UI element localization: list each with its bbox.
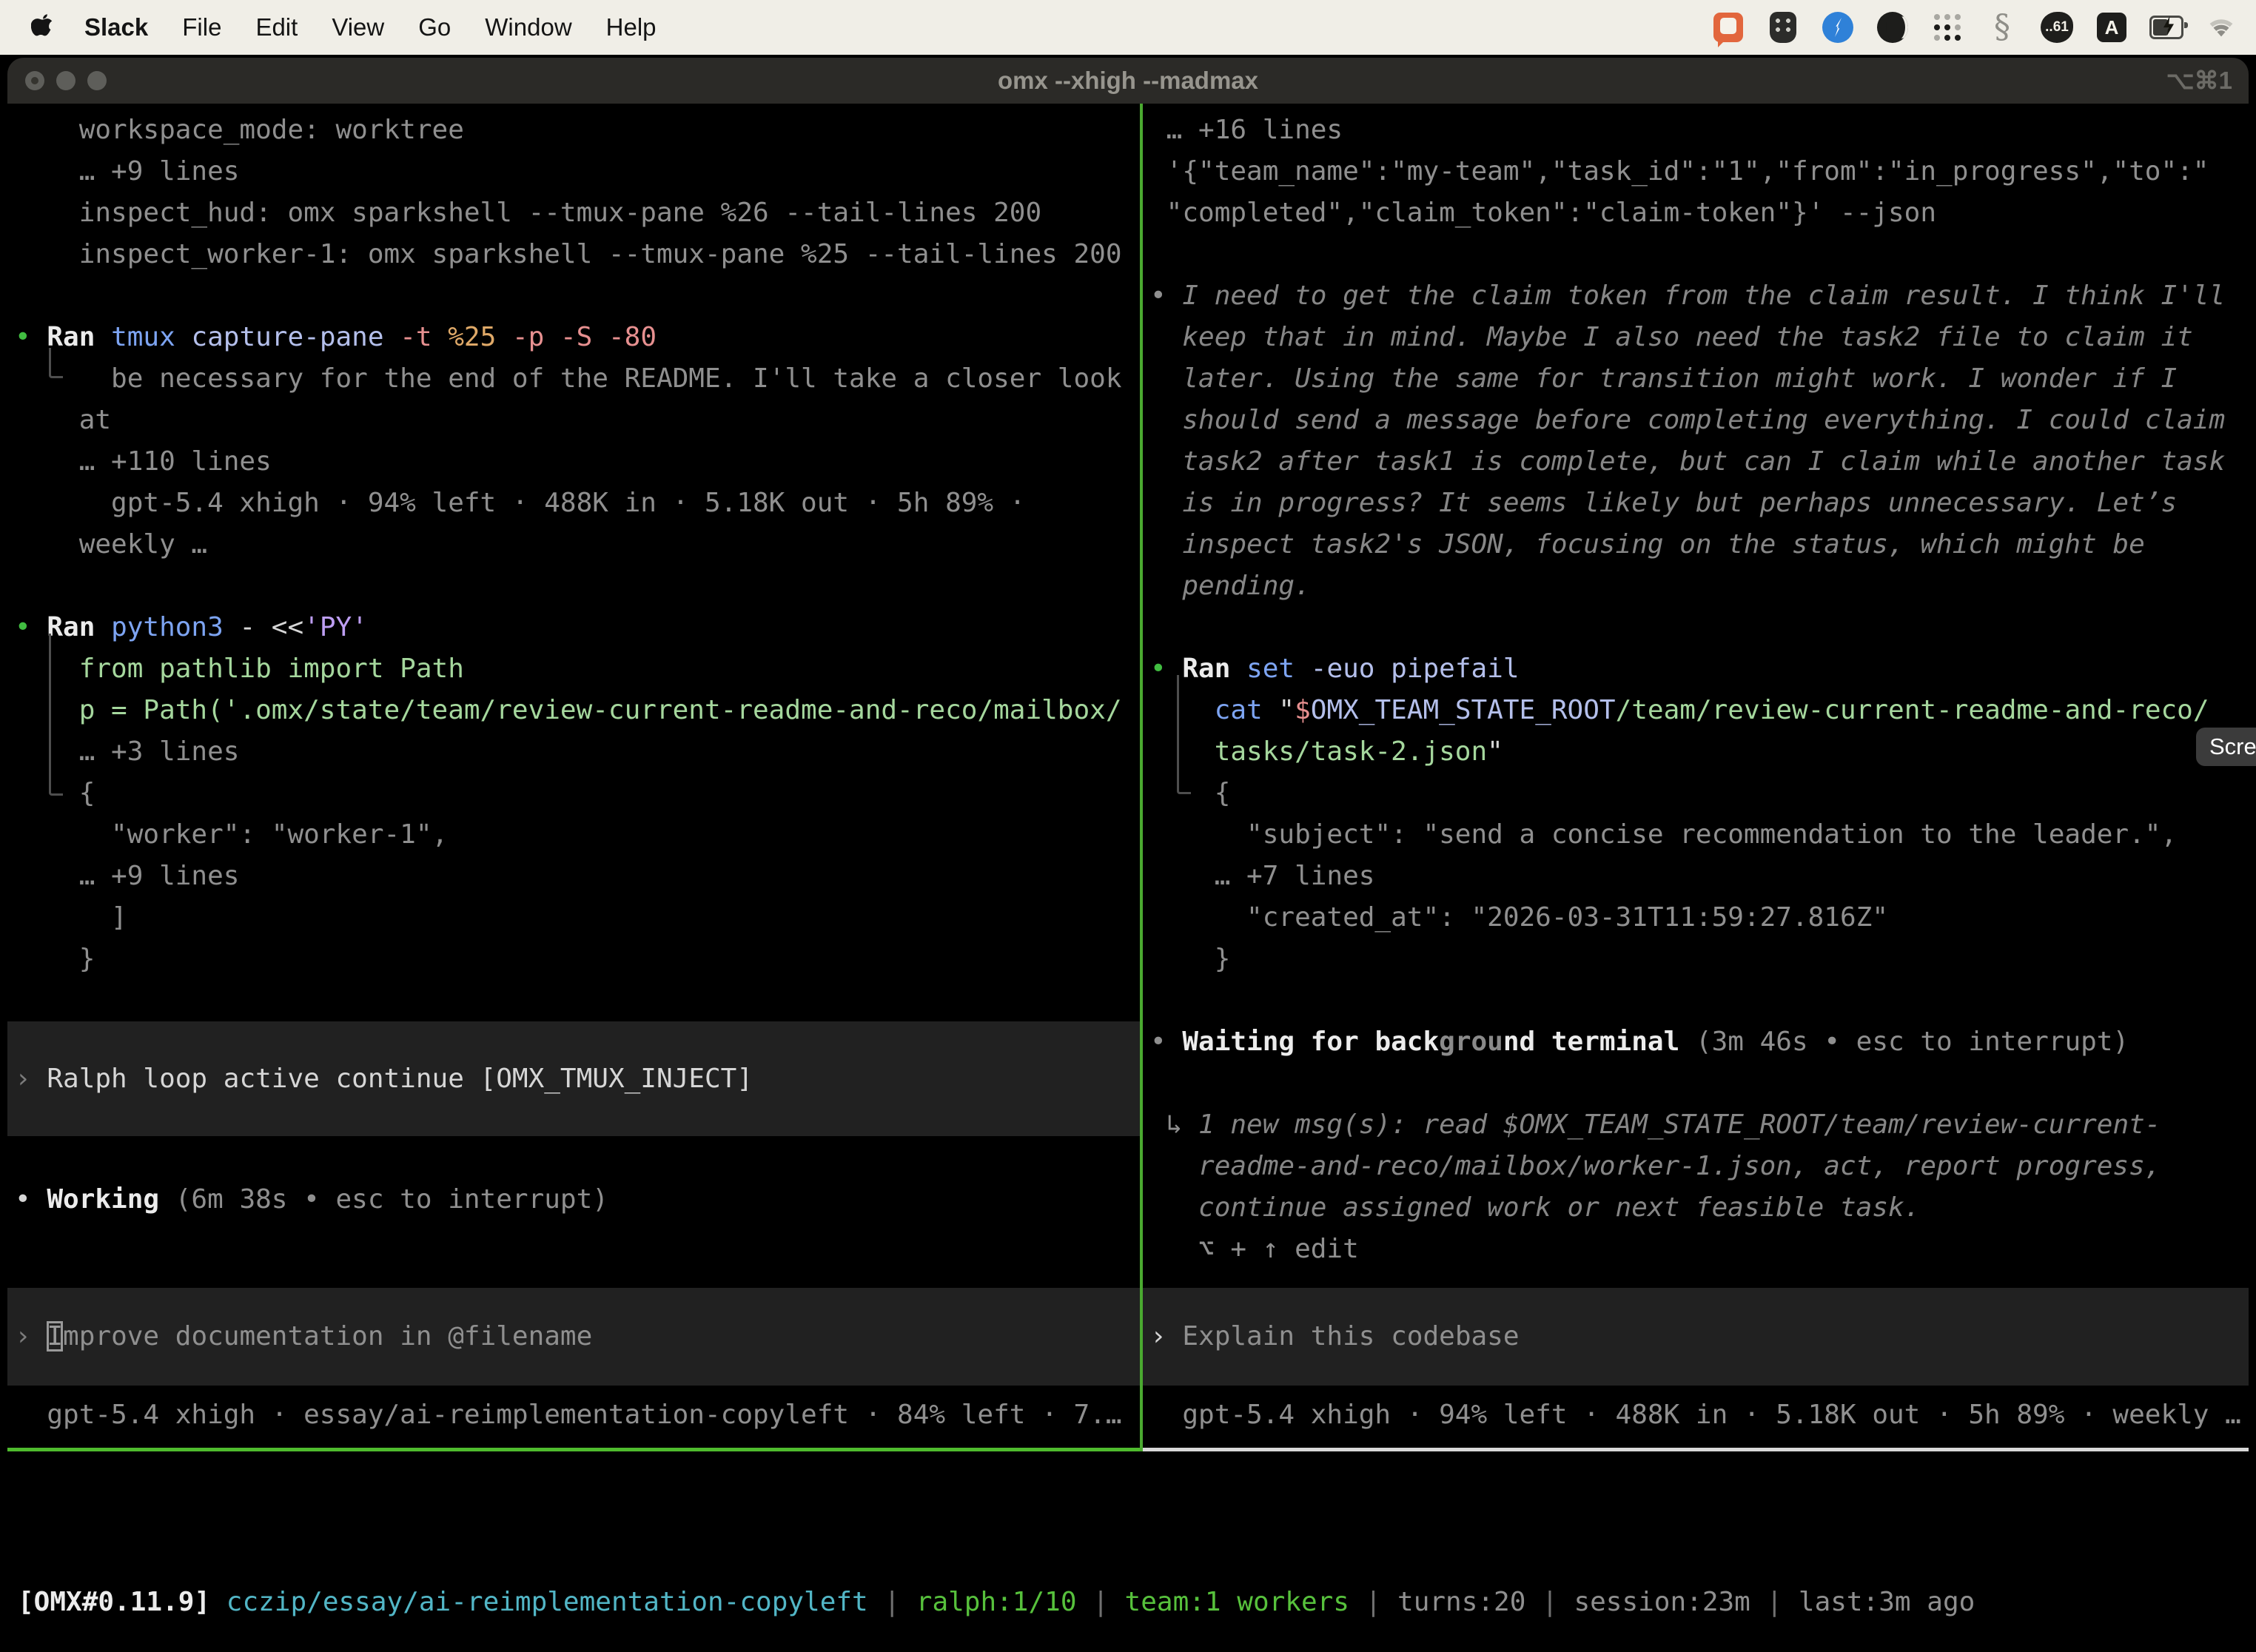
terminal-line: { [1150, 773, 2249, 814]
terminal-line: is in progress? It seems likely but perh… [1150, 483, 2249, 524]
terminal-line: … +3 lines [15, 731, 1140, 773]
pane-left[interactable]: workspace_mode: worktree … +9 lines insp… [7, 104, 1140, 1451]
menu-view[interactable]: View [332, 13, 384, 41]
terminal-line [15, 980, 1140, 1021]
terminal-line: keep that in mind. Maybe I also need the… [1150, 317, 2249, 358]
menu-edit[interactable]: Edit [255, 13, 298, 41]
terminal-line: "subject": "send a concise recommendatio… [1150, 814, 2249, 856]
terminal-line: • I need to get the claim token from the… [1150, 275, 2249, 317]
terminal-line [15, 565, 1140, 607]
right-prompt-input[interactable]: › Explain this codebase [1150, 1316, 1520, 1357]
right-model-status: gpt-5.4 xhigh · 94% left · 488K in · 5.1… [1150, 1394, 2249, 1436]
menu-app-name[interactable]: Slack [84, 13, 148, 41]
terminal-line: } [1150, 939, 2249, 980]
terminal-line: weekly … [15, 524, 1140, 565]
menu-window[interactable]: Window [485, 13, 571, 41]
terminal-line: should send a message before completing … [1150, 400, 2249, 441]
menu-bar-tray: § ..61 A [1711, 10, 2238, 44]
terminal-window: omx --xhigh --madmax ⌥⌘1 workspace_mode:… [7, 58, 2249, 1652]
left-prompt-input[interactable]: › Improve documentation in @filename [15, 1316, 592, 1357]
battery-icon[interactable] [2149, 10, 2183, 44]
terminal-line: • Ran python3 - <<'PY' [15, 607, 1140, 648]
grid-shield-icon[interactable] [1766, 10, 1800, 44]
right-input-band[interactable]: › Explain this codebase [1143, 1288, 2249, 1386]
window-title-bar[interactable]: omx --xhigh --madmax ⌥⌘1 [7, 58, 2249, 105]
terminal-line: inspect task2's JSON, focusing on the st… [1150, 524, 2249, 565]
terminal-line: "worker": "worker-1", [15, 814, 1140, 856]
percent-badge-icon[interactable]: ..61 [2040, 10, 2074, 44]
apple-menu-icon[interactable] [31, 13, 56, 42]
terminal-line: ↳ 1 new msg(s): read $OMX_TEAM_STATE_ROO… [1150, 1104, 2249, 1146]
terminal-line: p = Path('.omx/state/team/review-current… [15, 690, 1140, 731]
terminal-line: … +16 lines [1150, 110, 2249, 151]
terminal-line: { [15, 773, 1140, 814]
terminal-line: … +110 lines [15, 441, 1140, 483]
window-title: omx --xhigh --madmax [7, 58, 2249, 104]
dots-grid-icon[interactable] [1930, 10, 1964, 44]
terminal-line: tasks/task-2.json" [1150, 731, 2249, 773]
right-scrollback: … +16 lines '{"team_name":"my-team","tas… [1150, 110, 2249, 1270]
screen-share-tooltip: Scre [2196, 728, 2256, 766]
terminal-line: } [15, 939, 1140, 980]
working-status: • Working (6m 38s • esc to interrupt) [15, 1179, 1140, 1220]
omx-session-status-bar: [OMX#0.11.9] cczip/essay/ai-reimplementa… [15, 1580, 2241, 1625]
terminal-line: • Ran tmux capture-pane -t %25 -p -S -80 [15, 317, 1140, 358]
ralph-loop-status: › Ralph loop active continue [OMX_TMUX_I… [15, 1058, 753, 1100]
left-scrollback: workspace_mode: worktree … +9 lines insp… [15, 110, 1140, 1021]
charging-bolt-icon [2163, 16, 2174, 36]
squiggle-icon[interactable]: § [1985, 10, 2019, 44]
chat-app-icon[interactable] [1711, 10, 1745, 44]
left-model-status: gpt-5.4 xhigh · essay/ai-reimplementatio… [15, 1394, 1140, 1436]
terminal-line: pending. [1150, 565, 2249, 607]
terminal-line: inspect_worker-1: omx sparkshell --tmux-… [15, 234, 1140, 275]
left-pane-active-border [7, 1448, 1140, 1451]
terminal-line [1150, 980, 2249, 1021]
terminal-line: "completed","claim_token":"claim-token"}… [1150, 192, 2249, 234]
left-ralph-band: › Ralph loop active continue [OMX_TMUX_I… [7, 1021, 1140, 1136]
menu-file[interactable]: File [182, 13, 221, 41]
terminal-line: cat "$OMX_TEAM_STATE_ROOT/team/review-cu… [1150, 690, 2249, 731]
terminal-line: … +7 lines [1150, 856, 2249, 897]
pie-chart-icon[interactable] [1876, 10, 1910, 44]
terminal-line [1150, 234, 2249, 275]
terminal-line: at [15, 400, 1140, 441]
terminal-line: … +9 lines [15, 856, 1140, 897]
terminal-line: task2 after task1 is complete, but can I… [1150, 441, 2249, 483]
terminal-content: workspace_mode: worktree … +9 lines insp… [7, 104, 2249, 1652]
output-connector [49, 348, 63, 378]
window-shortcut-badge: ⌥⌘1 [2166, 58, 2232, 104]
terminal-line [1150, 607, 2249, 648]
keyboard-layout-icon[interactable]: A [2095, 10, 2129, 44]
pinwheel-bolt-icon[interactable] [1821, 10, 1855, 44]
output-connector [49, 634, 63, 796]
right-pane-border [1143, 1448, 2249, 1451]
terminal-line: later. Using the same for transition mig… [1150, 358, 2249, 400]
terminal-line: inspect_hud: omx sparkshell --tmux-pane … [15, 192, 1140, 234]
terminal-line: "created_at": "2026-03-31T11:59:27.816Z" [1150, 897, 2249, 939]
wifi-icon[interactable] [2204, 10, 2238, 44]
terminal-line: workspace_mode: worktree [15, 110, 1140, 151]
terminal-line: ⌥ + ↑ edit [1150, 1229, 2249, 1270]
apple-logo-icon [31, 13, 56, 42]
terminal-line: be necessary for the end of the README. … [15, 358, 1140, 400]
menu-help[interactable]: Help [606, 13, 657, 41]
menu-bar: Slack File Edit View Go Window Help § ..… [0, 0, 2256, 55]
pane-right[interactable]: … +16 lines '{"team_name":"my-team","tas… [1143, 104, 2249, 1451]
terminal-line: ] [15, 897, 1140, 939]
left-input-band[interactable]: › Improve documentation in @filename [7, 1288, 1140, 1386]
terminal-line: • Ran set -euo pipefail [1150, 648, 2249, 690]
terminal-line [15, 275, 1140, 317]
terminal-line [1150, 1063, 2249, 1104]
terminal-line: from pathlib import Path [15, 648, 1140, 690]
desktop-screen: Slack File Edit View Go Window Help § ..… [0, 0, 2256, 1652]
terminal-line: • Waiting for background terminal (3m 46… [1150, 1021, 2249, 1063]
terminal-line: readme-and-reco/mailbox/worker-1.json, a… [1150, 1146, 2249, 1187]
terminal-line: continue assigned work or next feasible … [1150, 1187, 2249, 1229]
menu-go[interactable]: Go [418, 13, 451, 41]
terminal-line: gpt-5.4 xhigh · 94% left · 488K in · 5.1… [15, 483, 1140, 524]
terminal-line: '{"team_name":"my-team","task_id":"1","f… [1150, 151, 2249, 192]
terminal-line: … +9 lines [15, 151, 1140, 192]
output-connector [1177, 675, 1191, 794]
